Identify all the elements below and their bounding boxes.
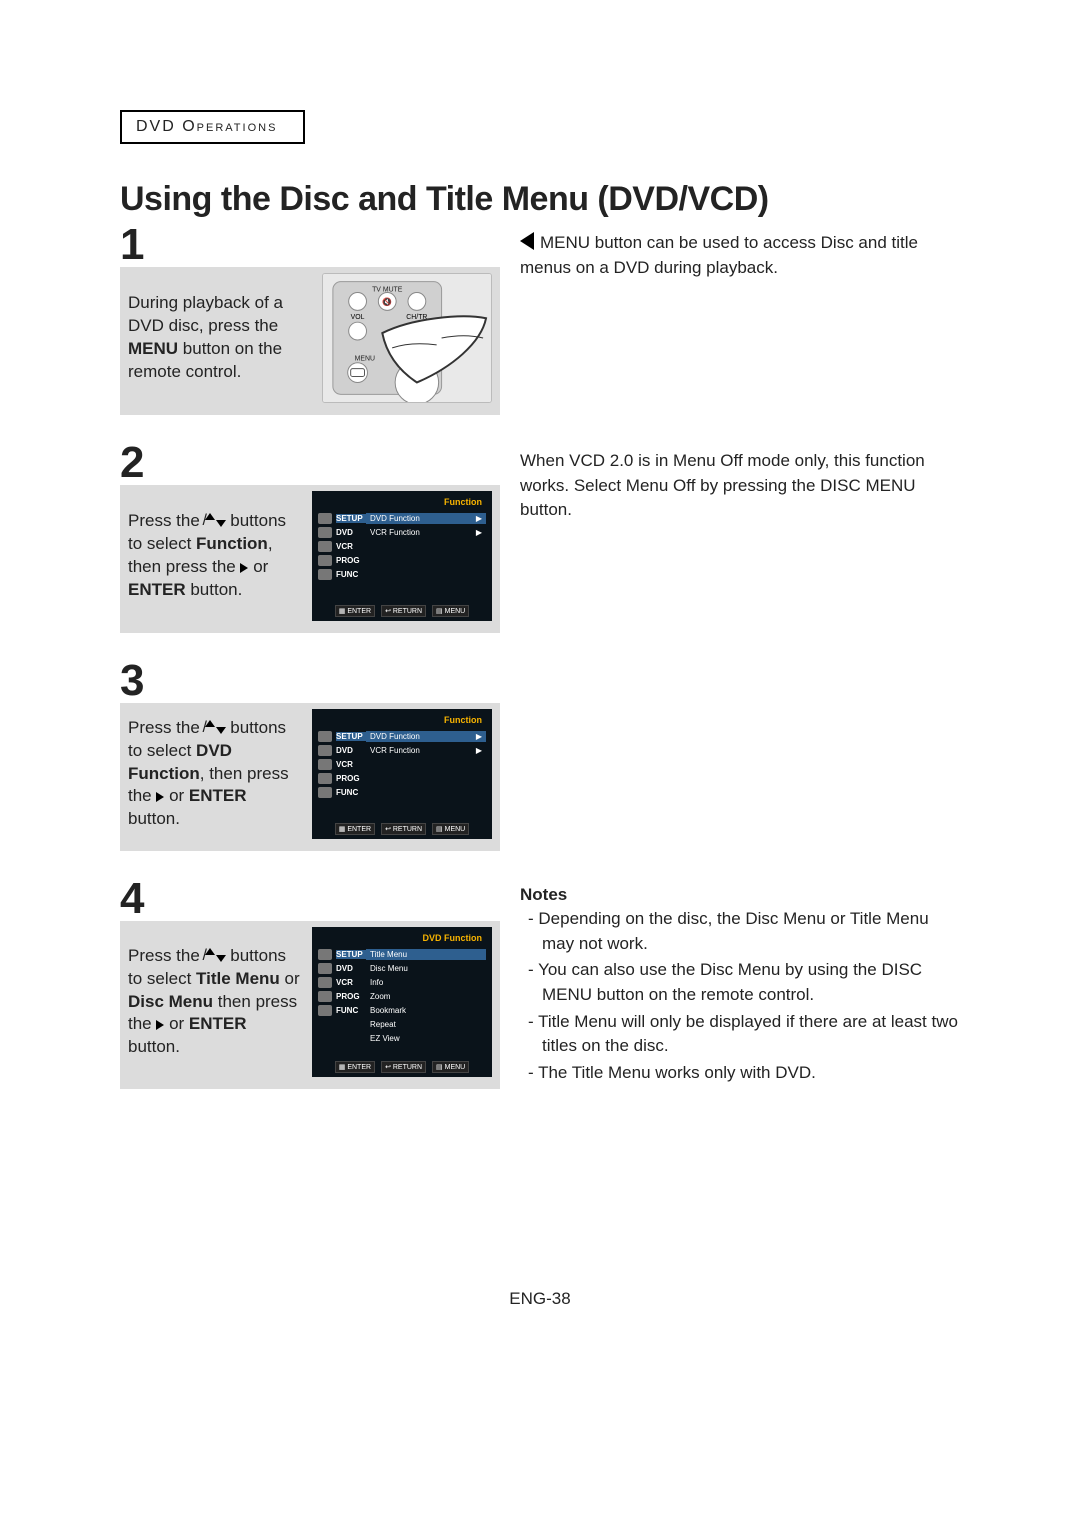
notes-header: Notes (520, 885, 960, 905)
svg-text:MENU: MENU (355, 356, 375, 363)
menu-item: DVD Function▶ (366, 731, 486, 742)
menu-header: DVD Function (318, 933, 486, 947)
tab: VCR (336, 978, 366, 987)
menu-item: Repeat (366, 1019, 486, 1030)
note-item: You can also use the Disc Menu by using … (520, 958, 960, 1007)
note-item: Depending on the disc, the Disc Menu or … (520, 907, 960, 956)
b: ENTER (189, 786, 247, 805)
screenshot-menu: Function SETUPDVD Function▶ DVDVCR Funct… (312, 491, 492, 621)
up-icon (205, 720, 219, 734)
step-3: 3 Press the buttons to select DVD Functi… (120, 659, 960, 851)
tab: DVD (336, 964, 366, 973)
t: Press the (128, 718, 205, 737)
menu-item: Disc Menu (366, 963, 486, 974)
note-text: MENU button can be used to access Disc a… (520, 233, 918, 277)
menu-item: Zoom (366, 991, 486, 1002)
b: ENTER (128, 580, 186, 599)
svg-text:🔇: 🔇 (382, 296, 392, 306)
note-item: The Title Menu works only with DVD. (520, 1061, 960, 1086)
tab: FUNC (336, 1006, 366, 1015)
section-tag: DVD Operations (120, 110, 305, 144)
b: Title Menu (196, 969, 280, 988)
t: button. (186, 580, 243, 599)
text-bold: MENU (128, 339, 178, 358)
b: Disc Menu (128, 992, 213, 1011)
step-number: 2 (120, 441, 500, 485)
tab: SETUP (336, 514, 366, 523)
tab: SETUP (336, 950, 366, 959)
step-text: Press the buttons to select DVD Function… (128, 717, 300, 832)
footer-btn: ▦ ENTER (335, 605, 375, 617)
footer-btn: ▤ MENU (432, 823, 469, 835)
step-side-note: When VCD 2.0 is in Menu Off mode only, t… (520, 449, 960, 523)
b: Function (196, 534, 268, 553)
notes-list: Depending on the disc, the Disc Menu or … (520, 907, 960, 1085)
screenshot-menu: Function SETUPDVD Function▶ DVDVCR Funct… (312, 709, 492, 839)
tab: FUNC (336, 788, 366, 797)
tab: VCR (336, 542, 366, 551)
text-fragment: During playback of a DVD disc, press the (128, 293, 283, 335)
page-title: Using the Disc and Title Menu (DVD/VCD) (120, 180, 960, 219)
tab: SETUP (336, 732, 366, 741)
tab: PROG (336, 556, 366, 565)
footer-btn: ▤ MENU (432, 1061, 469, 1073)
footer-btn: ↩ RETURN (381, 823, 426, 835)
step-number: 4 (120, 877, 500, 921)
tab: DVD (336, 528, 366, 537)
b: ENTER (189, 1014, 247, 1033)
menu-item: Bookmark (366, 1005, 486, 1016)
menu-header: Function (318, 497, 486, 511)
footer-btn: ▦ ENTER (335, 1061, 375, 1073)
up-icon (205, 513, 219, 527)
step-text: Press the buttons to select Function, th… (128, 510, 300, 602)
tab: VCR (336, 760, 366, 769)
menu-item: EZ View (366, 1033, 486, 1044)
footer-btn: ▤ MENU (432, 605, 469, 617)
t: or (248, 557, 268, 576)
t: Press the (128, 511, 205, 530)
step-2: 2 Press the buttons to select Function, … (120, 441, 960, 633)
remote-illustration: TV MUTE VOL 🔇 CH/TR AUD MENU (322, 273, 492, 403)
step-text: During playback of a DVD disc, press the… (128, 292, 310, 384)
step-text: Press the buttons to select Title Menu o… (128, 945, 300, 1060)
menu-item: DVD Function▶ (366, 513, 486, 524)
t: or (164, 786, 189, 805)
footer-btn: ↩ RETURN (381, 1061, 426, 1073)
tab: PROG (336, 774, 366, 783)
tab: PROG (336, 992, 366, 1001)
screenshot-menu: DVD Function SETUPTitle Menu DVDDisc Men… (312, 927, 492, 1077)
menu-item: VCR Function▶ (366, 527, 486, 538)
menu-header: Function (318, 715, 486, 729)
note-item: Title Menu will only be displayed if the… (520, 1010, 960, 1059)
t: button. (128, 809, 180, 828)
tab: FUNC (336, 570, 366, 579)
step-number: 1 (120, 223, 500, 267)
page-number: ENG-38 (120, 1289, 960, 1309)
step-1: 1 During playback of a DVD disc, press t… (120, 223, 960, 415)
menu-item: Title Menu (366, 949, 486, 960)
step-4: 4 Press the buttons to select Title Menu… (120, 877, 960, 1089)
menu-item: VCR Function▶ (366, 745, 486, 756)
step-number: 3 (120, 659, 500, 703)
svg-text:VOL: VOL (351, 314, 365, 321)
t: or (164, 1014, 189, 1033)
footer-btn: ▦ ENTER (335, 823, 375, 835)
t: button. (128, 1037, 180, 1056)
menu-item: Info (366, 977, 486, 988)
t: Press the (128, 946, 205, 965)
t: or (280, 969, 300, 988)
step-side-note: MENU button can be used to access Disc a… (520, 231, 960, 280)
footer-btn: ↩ RETURN (381, 605, 426, 617)
triangle-left-icon (520, 232, 534, 250)
tab: DVD (336, 746, 366, 755)
up-icon (205, 948, 219, 962)
